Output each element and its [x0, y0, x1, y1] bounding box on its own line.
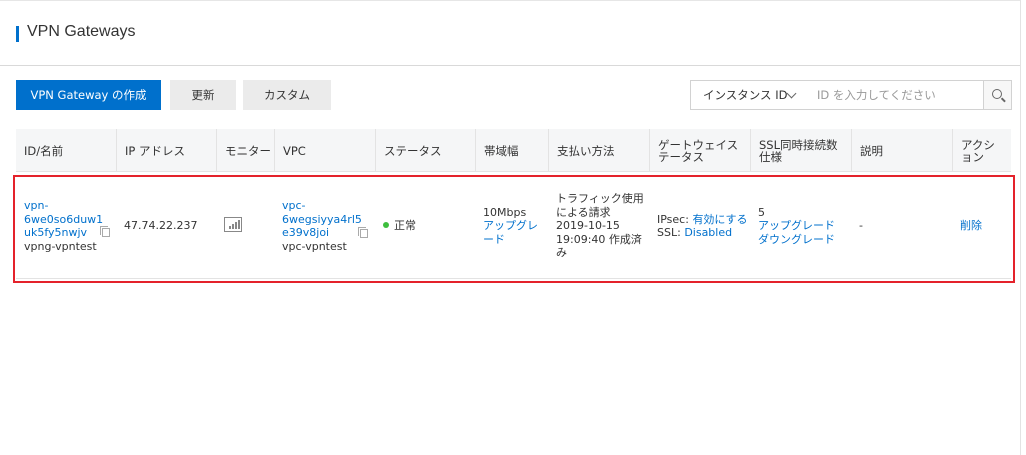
copy-icon[interactable] [358, 227, 368, 238]
cell-action: 削除 [952, 173, 1011, 279]
header-vpc: VPC [274, 129, 375, 172]
ipsec-label: IPsec: [657, 212, 689, 226]
ssl-status-link[interactable]: Disabled [684, 226, 732, 239]
header-id-name[interactable]: ID/名前 [16, 129, 116, 172]
ssl-downgrade-link[interactable]: ダウングレード [758, 233, 851, 247]
gateway-id-link-line-1[interactable]: vpn- [24, 199, 116, 213]
search-icon-handle [1001, 97, 1006, 103]
vpc-id-link-line-1[interactable]: vpc- [282, 199, 375, 213]
status-text: 正常 [394, 219, 416, 233]
refresh-button[interactable]: 更新 [170, 80, 236, 110]
description-text: - [859, 219, 863, 233]
ssl-status: SSL: Disabled [657, 226, 750, 240]
bandwidth-upgrade-link[interactable]: アップグレード [483, 219, 541, 246]
page-header: VPN Gateways [0, 0, 1021, 66]
vpn-gateways-page: VPN Gateways VPN Gateway の作成 更新 カスタム インス… [0, 0, 1026, 455]
cell-gateway-status: IPsec: 有効にする SSL: Disabled [649, 173, 750, 279]
gateway-name: vpng-vpntest [24, 239, 97, 253]
delete-link[interactable]: 削除 [960, 219, 1011, 233]
status-dot-icon [383, 222, 389, 229]
ipsec-status: IPsec: 有効にする [657, 213, 750, 227]
chevron-down-icon [786, 88, 797, 99]
toolbar: VPN Gateway の作成 更新 カスタム インスタンス ID ID を入力… [0, 80, 1021, 112]
payment-line-2: による請求 [556, 205, 611, 219]
vpc-name: vpc-vpntest [282, 239, 347, 253]
title-accent-bar [16, 26, 19, 42]
payment-created-date: 2019-10-15 [556, 219, 620, 233]
header-payment-method: 支払い方法 [548, 129, 649, 172]
header-action: アクション [952, 129, 1011, 172]
payment-created-time: 19:09:40 作成済 [556, 232, 642, 246]
ssl-label: SSL: [657, 226, 681, 239]
gateway-id-link-line-2[interactable]: 6we0so6duw1 [24, 213, 116, 227]
search-field-select-value: インスタンス ID [703, 88, 788, 102]
search-input[interactable]: ID を入力してください [805, 80, 984, 110]
header-ip-address: IP アドレス [116, 129, 216, 172]
table-row: vpn- 6we0so6duw1 uk5fy5nwjv vpng-vpntest… [16, 173, 1011, 279]
header-description: 説明 [851, 129, 952, 172]
vpc-id-link-line-2[interactable]: 6wegsiyya4rl5 [282, 213, 375, 227]
right-divider [1020, 0, 1021, 455]
page-title: VPN Gateways [27, 23, 136, 40]
search-button[interactable] [983, 80, 1012, 110]
header-monitor: モニター [216, 129, 274, 172]
header-ssl-connections: SSL同時接続数仕様 [750, 129, 851, 172]
ip-address: 47.74.22.237 [124, 219, 198, 233]
search-field-select[interactable]: インスタンス ID [690, 80, 806, 110]
payment-line-1: トラフィック使用 [556, 192, 644, 206]
header-status[interactable]: ステータス [375, 129, 475, 172]
custom-button[interactable]: カスタム [243, 80, 331, 110]
status-badge: 正常 [383, 219, 475, 233]
cell-ip-address: 47.74.22.237 [116, 173, 216, 279]
copy-icon[interactable] [100, 226, 110, 237]
cell-description: - [851, 173, 952, 279]
create-vpn-gateway-button[interactable]: VPN Gateway の作成 [16, 80, 161, 110]
cell-status: 正常 [375, 173, 475, 279]
bar-chart-icon[interactable] [224, 217, 242, 232]
table-header: ID/名前 IP アドレス モニター VPC ステータス 帯域幅 支払い方法 ゲ… [16, 129, 1011, 172]
payment-line-5: み [556, 246, 567, 260]
ssl-upgrade-link[interactable]: アップグレード [758, 219, 851, 233]
cell-ssl-connections: 5 アップグレード ダウングレード [750, 173, 851, 279]
cell-vpc: vpc- 6wegsiyya4rl5 e39v8joi vpc-vpntest [274, 173, 375, 279]
ssl-connection-count: 5 [758, 205, 765, 219]
ipsec-enable-link[interactable]: 有効にする [692, 213, 747, 226]
cell-bandwidth: 10Mbps アップグレード [475, 173, 548, 279]
cell-payment-method: トラフィック使用 による請求 2019-10-15 19:09:40 作成済 み [548, 173, 649, 279]
header-bandwidth: 帯域幅 [475, 129, 548, 172]
header-gateway-status: ゲートウェイステータス [649, 129, 750, 172]
bandwidth-value: 10Mbps [483, 205, 527, 219]
